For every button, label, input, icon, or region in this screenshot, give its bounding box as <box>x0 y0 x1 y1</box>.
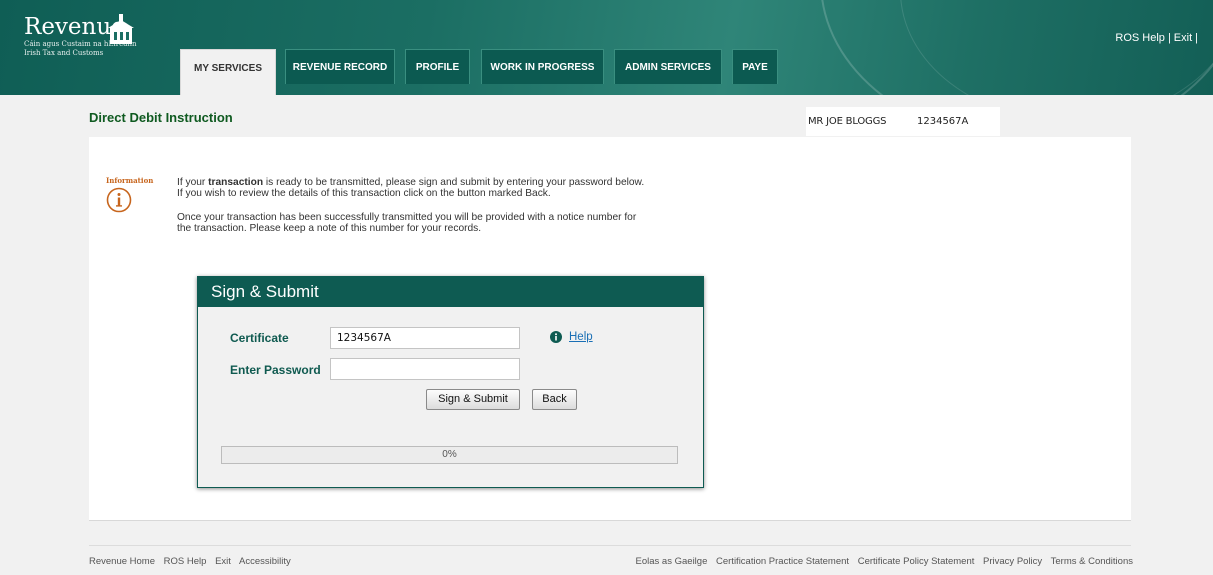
sign-submit-dialog: Sign & Submit Certificate 1234567A Help … <box>197 276 704 488</box>
footer-divider <box>89 545 1131 546</box>
information-text: If your transaction is ready to be trans… <box>177 177 737 234</box>
footer-link-exit[interactable]: Exit <box>215 556 231 567</box>
certificate-label: Certificate <box>230 331 289 345</box>
info-paragraph-line: Once your transaction has been successfu… <box>177 212 637 223</box>
app-header: Revenue Cáin agus Custaim na hÉireann Ir… <box>0 0 1213 95</box>
user-name: MR JOE BLOGGS <box>808 116 887 127</box>
sign-submit-button[interactable]: Sign & Submit <box>426 389 520 410</box>
footer-link-ros-help[interactable]: ROS Help <box>164 556 207 567</box>
help-link[interactable]: Help <box>569 331 593 343</box>
information-icon <box>106 187 132 213</box>
certificate-field[interactable]: 1234567A <box>330 327 520 349</box>
tab-profile[interactable]: PROFILE <box>405 49 470 84</box>
footer-link-terms[interactable]: Terms & Conditions <box>1051 556 1133 567</box>
header-decoration <box>900 0 1213 95</box>
footer-left-links: Revenue Home ROS Help Exit Accessibility <box>89 556 297 567</box>
tab-my-services[interactable]: MY SERVICES <box>180 49 276 95</box>
password-input[interactable] <box>330 358 520 380</box>
help-info-icon[interactable] <box>550 331 562 343</box>
page-title: Direct Debit Instruction <box>89 110 233 125</box>
progress-bar: 0% <box>221 446 678 464</box>
info-text-segment: is ready to be transmitted, please sign … <box>263 177 645 188</box>
tab-work-in-progress[interactable]: WORK IN PROGRESS <box>481 49 604 84</box>
logo-subtitle-english: Irish Tax and Customs <box>24 49 104 57</box>
content-panel: Information If your transaction is ready… <box>89 137 1131 521</box>
footer-link-accessibility[interactable]: Accessibility <box>239 556 291 567</box>
info-text-bold: transaction <box>208 177 264 188</box>
footer-link-privacy-policy[interactable]: Privacy Policy <box>983 556 1042 567</box>
tab-paye[interactable]: PAYE <box>732 49 778 84</box>
footer-link-certificate-policy[interactable]: Certificate Policy Statement <box>858 556 975 567</box>
info-paragraph-line: If you wish to review the details of thi… <box>177 188 551 199</box>
info-text-segment: If your <box>177 177 209 188</box>
user-info-box: MR JOE BLOGGS 1234567A <box>806 107 1000 136</box>
footer-link-eolas-as-gaeilge[interactable]: Eolas as Gaeilge <box>636 556 708 567</box>
password-label: Enter Password <box>230 363 321 377</box>
tab-admin-services[interactable]: ADMIN SERVICES <box>614 49 722 84</box>
information-label: Information <box>106 176 154 185</box>
footer-link-certification-practice[interactable]: Certification Practice Statement <box>716 556 849 567</box>
dialog-title: Sign & Submit <box>198 277 703 307</box>
footer-link-revenue-home[interactable]: Revenue Home <box>89 556 155 567</box>
back-button[interactable]: Back <box>532 389 577 410</box>
harp-building-icon <box>108 14 134 44</box>
info-paragraph-line: If your transaction is ready to be trans… <box>177 177 737 188</box>
link-separator: | <box>1167 32 1171 44</box>
exit-link[interactable]: Exit <box>1174 32 1192 44</box>
info-paragraph-line: the transaction. Please keep a note of t… <box>177 223 482 234</box>
footer-right-links: Eolas as Gaeilge Certification Practice … <box>636 556 1133 567</box>
top-links: ROS Help | Exit | <box>1115 32 1201 44</box>
link-separator: | <box>1195 32 1198 44</box>
user-id: 1234567A <box>917 116 969 127</box>
ros-help-link[interactable]: ROS Help <box>1115 32 1165 44</box>
tab-revenue-record[interactable]: REVENUE RECORD <box>285 49 395 84</box>
progress-text: 0% <box>442 449 457 460</box>
